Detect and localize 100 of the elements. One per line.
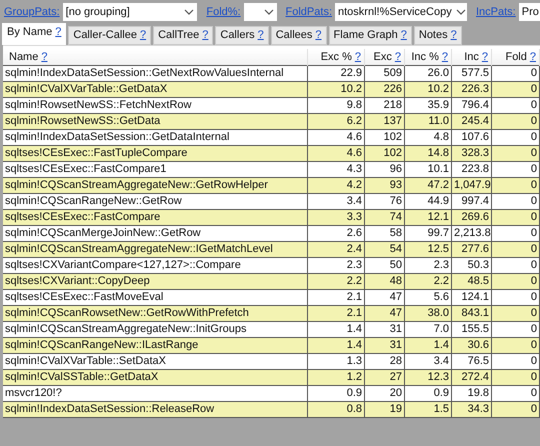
table-cell: 12.1 (404, 210, 452, 226)
column-title: Inc % (411, 51, 439, 63)
table-cell: sqlmin!IndexDataSetSession::GetNextRowValuesInternal (3, 66, 308, 82)
table-cell: 0 (492, 306, 540, 322)
chevron-down-icon (456, 9, 466, 15)
table-cell: sqlmin!CValXVarTable::GetDataX (3, 82, 308, 98)
table-cell: 277.6 (452, 242, 492, 258)
table-cell: sqltses!CEsExec::FastTupleCompare (3, 146, 308, 162)
table-cell: 137 (364, 114, 404, 130)
table-cell: 31 (364, 338, 404, 354)
table-cell: 0 (492, 146, 540, 162)
table-cell: sqltses!CEsExec::FastCompare (3, 210, 308, 226)
table-cell: 27 (364, 370, 404, 386)
view-tab[interactable]: By Name ? (2, 23, 66, 45)
table-cell: sqlmin!RowsetNewSS::GetData (3, 114, 308, 130)
table-cell: 47.2 (404, 178, 452, 194)
pattern-combobox[interactable]: Pro (518, 3, 540, 21)
table-cell: 6.2 (308, 114, 364, 130)
table-cell: 0 (492, 274, 540, 290)
pattern-combobox[interactable]: ntoskrnl!%ServiceCopy (335, 3, 467, 21)
pattern-combobox[interactable]: [no grouping] (62, 3, 198, 21)
help-link[interactable]: ? (394, 51, 401, 63)
table-cell: 4.6 (308, 146, 364, 162)
table-cell: 328.3 (452, 146, 492, 162)
column-header[interactable]: Inc % ? (404, 49, 452, 66)
chevron-down-icon (184, 9, 194, 15)
table-cell: 12.5 (404, 242, 452, 258)
table-cell: 0 (492, 242, 540, 258)
help-link[interactable]: ? (258, 29, 264, 41)
table-cell: 10.2 (404, 82, 452, 98)
table-cell: 2.2 (404, 274, 452, 290)
table-cell: 30.6 (452, 338, 492, 354)
column-title: Fold (505, 51, 527, 63)
table-cell: sqltses!CXVariant::CopyDeep (3, 274, 308, 290)
help-link[interactable]: ? (400, 29, 407, 41)
column-title: Exc % (320, 51, 352, 63)
table-cell: 1.5 (404, 402, 452, 418)
table-cell: 0 (492, 210, 540, 226)
table-cell: 102 (364, 146, 404, 162)
help-link[interactable]: ? (530, 51, 536, 63)
column-title: Inc (464, 51, 479, 63)
table-cell: 0.8 (308, 402, 364, 418)
table-cell: 0 (492, 402, 540, 418)
help-link[interactable]: ? (140, 29, 146, 41)
view-tab[interactable]: CallTree ? (153, 26, 214, 45)
table-cell: 0 (492, 370, 540, 386)
table-cell: sqlmin!CQScanStreamAggregateNew::GetRowHelper (3, 178, 308, 194)
table-cell: 0 (492, 178, 540, 194)
help-link[interactable]: ? (442, 51, 448, 63)
help-link[interactable]: ? (482, 51, 488, 63)
table-cell: 54 (364, 242, 404, 258)
table-cell: 14.8 (404, 146, 452, 162)
table-cell: sqlmin!CQScanRowsetNew::GetRowWithPrefetch (3, 306, 308, 322)
view-tab[interactable]: Callers ? (215, 26, 269, 45)
column-header[interactable]: Inc ? (452, 49, 492, 66)
pattern-combobox[interactable] (244, 3, 277, 21)
column-header[interactable]: Fold ? (492, 49, 540, 66)
table-cell: 38.0 (404, 306, 452, 322)
view-tab[interactable]: Notes ? (414, 26, 462, 45)
table-cell: 12.3 (404, 370, 452, 386)
column-title: Exc (374, 51, 392, 63)
help-link[interactable]: ? (202, 29, 208, 41)
table-cell: 226 (364, 82, 404, 98)
table-cell: sqlmin!CValSSTable::GetDataX (3, 370, 308, 386)
table-cell: 2.1 (308, 306, 364, 322)
table-cell: 48.5 (452, 274, 492, 290)
table-cell: 19 (364, 402, 404, 418)
table-cell: 4.2 (308, 178, 364, 194)
help-link[interactable]: ? (354, 51, 361, 63)
table-cell: sqlmin!CQScanRangeNew::ILastRange (3, 338, 308, 354)
table-cell: 1.4 (404, 338, 452, 354)
help-link[interactable]: ? (450, 29, 457, 41)
help-link[interactable]: ? (55, 26, 62, 38)
table-cell: 1.4 (308, 338, 364, 354)
view-tab[interactable]: Callees ? (270, 26, 327, 45)
table-cell: 0 (492, 82, 540, 98)
help-link[interactable]: ? (41, 51, 48, 63)
column-header[interactable]: Name ? (3, 49, 308, 66)
table-cell: 10.2 (308, 82, 364, 98)
view-tab[interactable]: Caller-Callee ? (68, 26, 152, 45)
table-cell: 0 (492, 338, 540, 354)
column-header[interactable]: Exc ? (364, 49, 404, 66)
table-cell: 3.3 (308, 210, 364, 226)
table-cell: 843.1 (452, 306, 492, 322)
table-cell: 48 (364, 274, 404, 290)
table-cell: 74 (364, 210, 404, 226)
table-cell: 2.2 (308, 274, 364, 290)
table-cell: 269.6 (452, 210, 492, 226)
table-cell: 1,047.9 (452, 178, 492, 194)
column-header[interactable]: Exc % ? (308, 49, 364, 66)
help-link[interactable]: ? (315, 29, 322, 41)
table-cell: sqlmin!IndexDataSetSession::ReleaseRow (3, 402, 308, 418)
column-title: Name (9, 51, 38, 63)
table-cell: 272.4 (452, 370, 492, 386)
view-tab[interactable]: Flame Graph ? (328, 26, 412, 45)
chevron-down-icon (264, 9, 274, 15)
table-cell: 1.2 (308, 370, 364, 386)
table-cell: 245.4 (452, 114, 492, 130)
table-cell: sqlmin!CQScanStreamAggregateNew::IGetMatchLevel (3, 242, 308, 258)
table-cell: 47 (364, 306, 404, 322)
